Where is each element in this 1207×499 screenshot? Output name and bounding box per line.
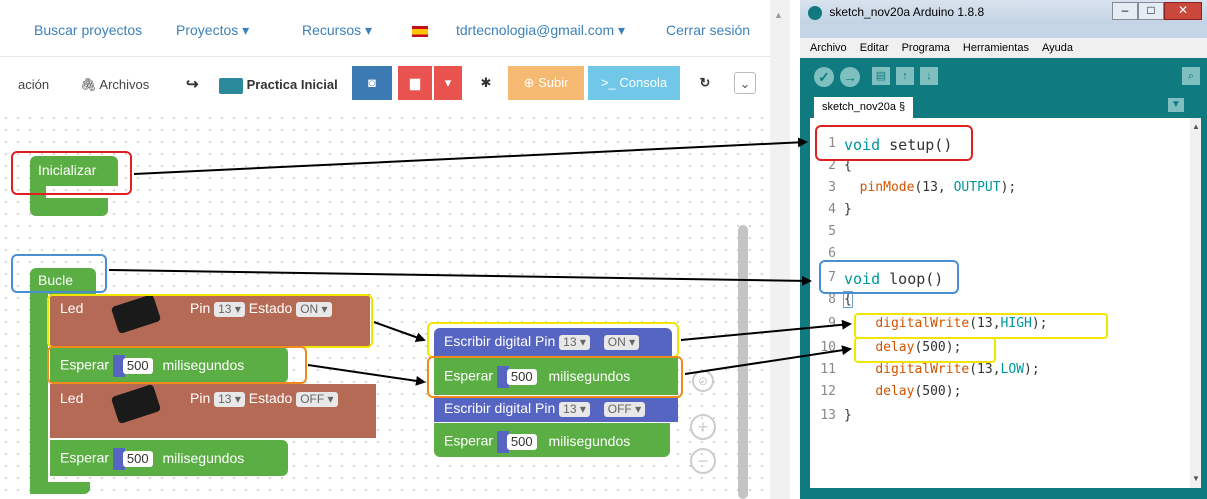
annotation-arrows xyxy=(108,137,852,386)
arrow-led-to-digital-write xyxy=(373,321,426,342)
arrow-wait-to-delay xyxy=(684,345,852,375)
arrow-wait-to-wait xyxy=(307,364,426,386)
arrow-initialize-to-setup xyxy=(133,137,808,175)
arrow-digital-write-to-code xyxy=(680,319,852,341)
arrow-loop-to-loop xyxy=(108,269,812,286)
